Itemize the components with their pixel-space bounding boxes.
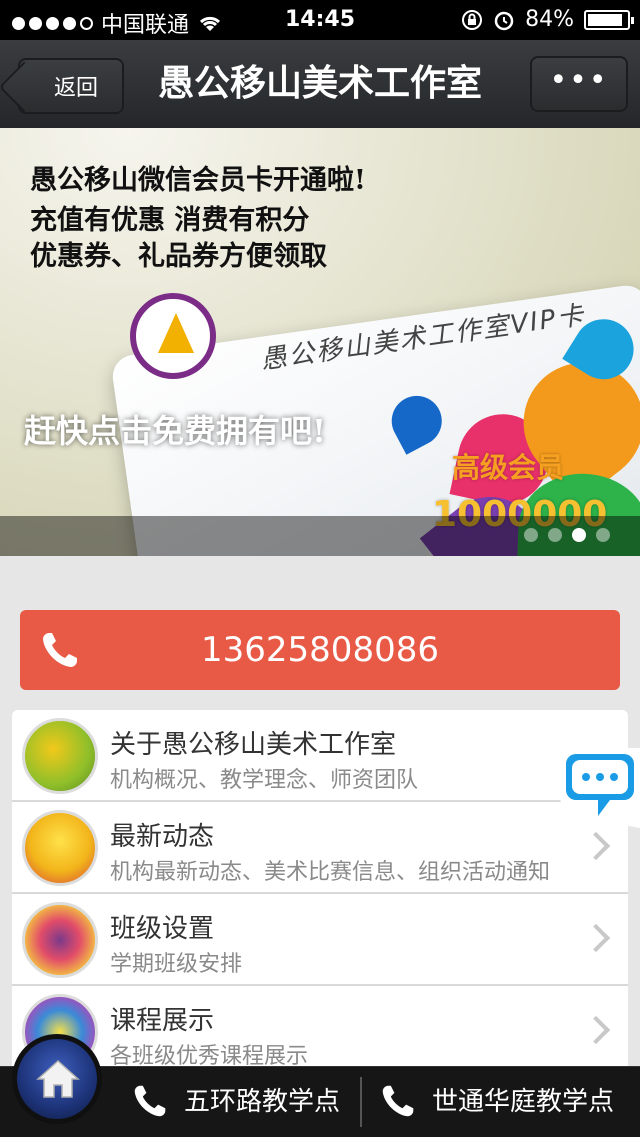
status-right: 84%	[461, 7, 634, 32]
chat-bubble-icon	[560, 748, 640, 828]
list-item-about[interactable]: 关于愚公移山美术工作室 机构概况、教学理念、师资团队	[12, 710, 628, 802]
call-button[interactable]: 13625808086	[20, 610, 620, 690]
member-level: 高级会员	[452, 451, 565, 484]
chevron-right-icon	[581, 1015, 611, 1045]
pager-dot[interactable]	[524, 528, 538, 542]
promo-banner[interactable]: 愚公移山微信会员卡开通啦! 充值有优惠 消费有积分 优惠券、礼品券方便领取 愚公…	[0, 128, 640, 556]
menu-list: 关于愚公移山美术工作室 机构概况、教学理念、师资团队 最新动态 机构最新动态、美…	[12, 710, 628, 1078]
banner-cta: 赶快点击免费拥有吧!	[24, 412, 327, 450]
chevron-right-icon	[581, 831, 611, 861]
list-item-title: 班级设置	[110, 914, 215, 944]
banner-line-coupons: 优惠券、礼品券方便领取	[30, 241, 327, 272]
list-item-subtitle: 机构概况、教学理念、师资团队	[110, 768, 419, 793]
nav-bar: 返回 愚公移山美术工作室 •••	[0, 40, 640, 128]
alarm-icon	[494, 11, 514, 30]
studio-logo	[130, 293, 216, 379]
about-thumbnail	[22, 718, 98, 794]
battery-icon	[584, 9, 634, 30]
banner-pager[interactable]	[524, 528, 610, 542]
chevron-right-icon	[581, 923, 611, 953]
list-item-title: 课程展示	[110, 1006, 215, 1036]
home-button[interactable]	[12, 1034, 102, 1124]
news-thumbnail	[22, 810, 98, 886]
banner-headline: 愚公移山微信会员卡开通啦!	[30, 165, 366, 196]
page-title: 愚公移山美术工作室	[157, 63, 482, 104]
list-item-classes[interactable]: 班级设置 学期班级安排	[12, 894, 628, 986]
list-item-subtitle: 学期班级安排	[110, 952, 243, 977]
bottom-divider	[360, 1077, 362, 1127]
battery-percent: 84%	[525, 7, 574, 32]
pager-dot[interactable]	[548, 528, 562, 542]
more-button[interactable]: •••	[530, 56, 628, 112]
phone-icon	[134, 1085, 166, 1117]
location-label: 五环路教学点	[184, 1087, 341, 1117]
classes-thumbnail	[22, 902, 98, 978]
pager-dot[interactable]	[596, 528, 610, 542]
chat-float-button[interactable]	[556, 744, 640, 832]
list-item-news[interactable]: 最新动态 机构最新动态、美术比赛信息、组织活动通知	[12, 802, 628, 894]
status-bar: 中国联通 14:45 84%	[0, 0, 640, 40]
phone-icon	[382, 1085, 414, 1117]
back-button-label: 返回	[53, 76, 98, 101]
banner-line-benefits: 充值有优惠 消费有积分	[30, 205, 310, 236]
pager-dot[interactable]	[572, 528, 586, 542]
list-item-subtitle: 机构最新动态、美术比赛信息、组织活动通知	[110, 860, 551, 885]
phone-icon	[43, 633, 77, 667]
rotation-lock-icon	[462, 9, 483, 30]
home-icon	[36, 1059, 80, 1098]
list-item-title: 最新动态	[110, 822, 215, 852]
list-item-title: 关于愚公移山美术工作室	[110, 730, 397, 760]
back-button[interactable]: 返回	[18, 58, 124, 114]
list-item-courses[interactable]: 课程展示 各班级优秀课程展示	[12, 986, 628, 1078]
location-label: 世通华庭教学点	[432, 1087, 615, 1117]
phone-number: 13625808086	[201, 630, 439, 670]
